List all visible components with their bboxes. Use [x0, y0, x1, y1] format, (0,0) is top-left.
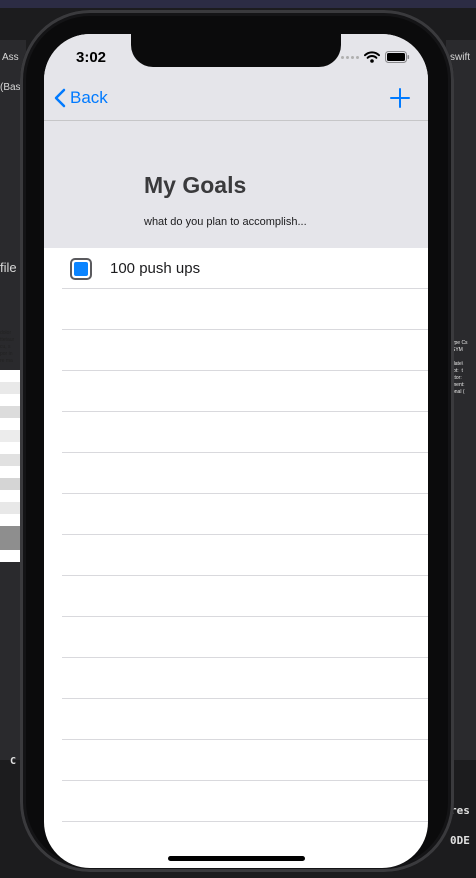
host-left-label-2: (Bas [0, 82, 21, 93]
empty-row [44, 330, 428, 371]
goal-list: 100 push ups [44, 248, 428, 822]
page-subtitle: what do you plan to accomplish... [144, 216, 307, 228]
host-bottom-right-text-2: 0DE [450, 834, 470, 847]
empty-row [44, 371, 428, 412]
host-left-label-1: Ass [2, 52, 19, 63]
host-right-code: ype Cs SYM date\ lot: t ctor: ment: onal… [452, 340, 468, 395]
empty-row [44, 412, 428, 453]
empty-row [44, 781, 428, 822]
cellular-signal-icon [341, 55, 359, 59]
host-left-label-3: file [0, 260, 17, 275]
empty-row [44, 617, 428, 658]
checkbox-checked-fill [74, 262, 88, 276]
empty-row [44, 453, 428, 494]
host-right-label-1: swift [450, 52, 470, 63]
page-title: My Goals [144, 172, 247, 198]
goal-checkbox[interactable] [70, 258, 92, 280]
goal-label: 100 push ups [110, 260, 201, 277]
home-indicator [168, 856, 305, 861]
empty-row [44, 494, 428, 535]
empty-row [44, 289, 428, 330]
empty-row [44, 658, 428, 699]
nav-bar-divider [44, 120, 428, 121]
empty-row [44, 699, 428, 740]
plus-icon[interactable] [390, 88, 410, 108]
phone-screen: 3:02 Back My Goals what do you plan to a… [44, 34, 428, 868]
back-button[interactable]: Back [54, 88, 108, 108]
goal-row[interactable]: 100 push ups [44, 248, 428, 289]
status-time: 3:02 [76, 49, 107, 66]
host-bottom-left-text: C [10, 756, 17, 767]
status-icons [341, 51, 410, 63]
battery-icon [385, 51, 410, 63]
empty-row [44, 576, 428, 617]
empty-row [44, 535, 428, 576]
host-left-code: dolor ttetaur cu, s por in re ma [0, 330, 15, 364]
notch [131, 34, 341, 67]
back-button-label: Back [70, 88, 108, 107]
chevron-left-icon [54, 88, 66, 108]
host-top-bar [0, 0, 476, 8]
empty-row [44, 740, 428, 781]
wifi-icon [364, 51, 380, 63]
